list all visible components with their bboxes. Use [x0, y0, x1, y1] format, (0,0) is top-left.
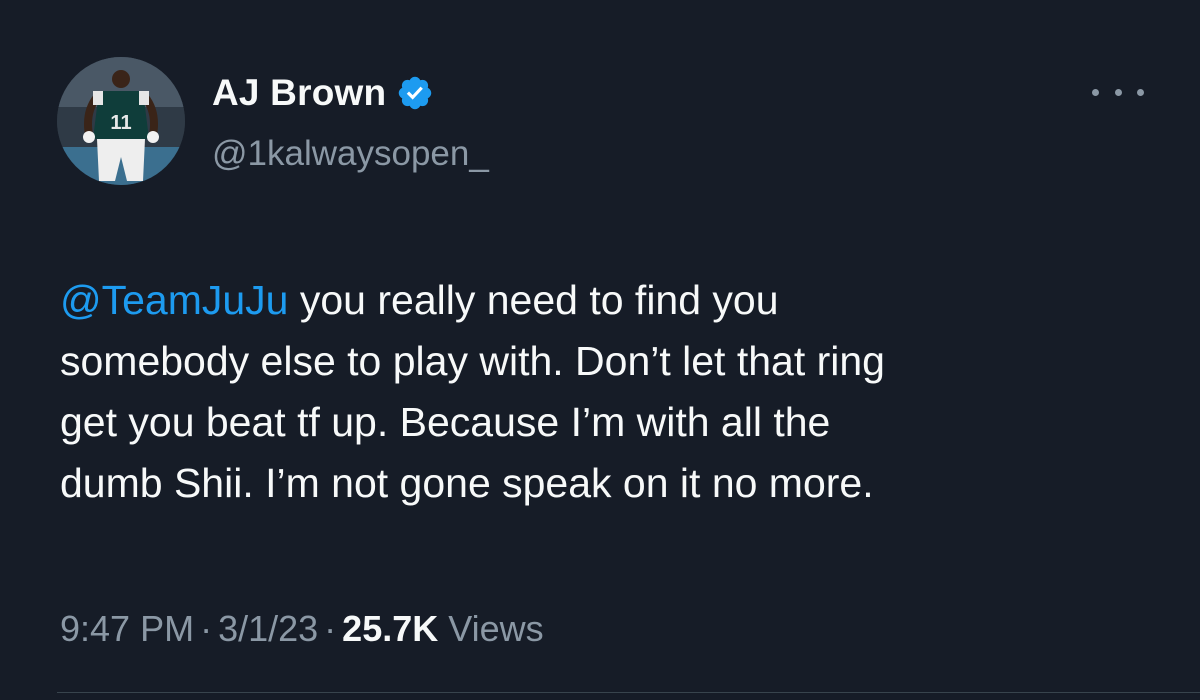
tweet-time[interactable]: 9:47 PM: [60, 608, 194, 649]
views-label: Views: [448, 608, 544, 649]
more-dot: [1114, 88, 1122, 96]
author-display-name[interactable]: AJ Brown: [212, 72, 434, 114]
tweet-text: @TeamJuJu you really need to find you so…: [60, 270, 1170, 514]
avatar-photo: 11: [57, 57, 185, 185]
meta-separator: ·: [324, 608, 337, 649]
author-avatar[interactable]: 11: [57, 57, 185, 185]
more-options-icon[interactable]: [1092, 74, 1144, 110]
divider: [57, 692, 1200, 693]
meta-separator: ·: [200, 608, 213, 649]
more-dot: [1092, 88, 1099, 96]
tweet-card: 11 AJ Brown @1kalwaysopen_ @TeamJuJu you…: [0, 0, 1200, 700]
views-count[interactable]: 25.7K: [342, 608, 438, 649]
author-display-name-text: AJ Brown: [212, 72, 387, 113]
mention-link[interactable]: @TeamJuJu: [60, 277, 288, 323]
tweet-meta: 9:47 PM · 3/1/23 · 25.7K Views: [60, 608, 544, 650]
author-handle[interactable]: @1kalwaysopen_: [212, 134, 489, 174]
more-dot: [1137, 88, 1144, 96]
tweet-date[interactable]: 3/1/23: [218, 608, 318, 649]
verified-badge-icon: [396, 74, 434, 112]
avatar-jersey-number: 11: [110, 112, 131, 134]
